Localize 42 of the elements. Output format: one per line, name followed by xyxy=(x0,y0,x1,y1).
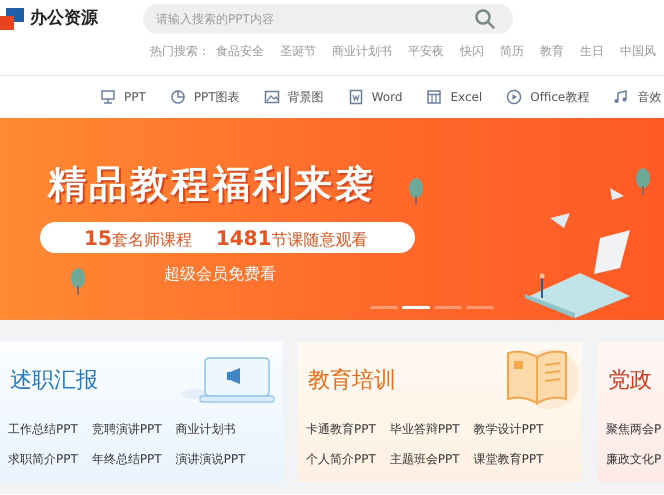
search-field[interactable]: 请输入搜索的PPT内容 xyxy=(143,4,513,34)
nav-link[interactable]: PPT xyxy=(100,88,146,106)
category-title[interactable]: 述职汇报 xyxy=(10,364,98,397)
banner-pill-text: 1481节课随意观看 xyxy=(216,224,368,252)
nav-link[interactable]: 音效 xyxy=(613,88,662,106)
music-note-icon xyxy=(613,89,630,105)
category-link[interactable]: 工作总结PPT xyxy=(8,420,78,438)
nav-link[interactable]: Excel xyxy=(426,88,482,106)
hot-search-label: 热门搜索： xyxy=(150,43,210,60)
nav-link[interactable]: 背景图 xyxy=(264,88,324,106)
nav-link[interactable]: Word xyxy=(348,88,402,106)
category-link[interactable]: 课堂教育PPT xyxy=(474,450,544,468)
search-icon[interactable] xyxy=(475,9,495,29)
category-link[interactable]: 廉政文化P xyxy=(606,450,662,468)
banner-subtitle: 超级会员免费看 xyxy=(164,263,276,285)
nav-link[interactable]: PPT图表 xyxy=(170,88,240,106)
tree-icon xyxy=(70,268,86,296)
nav-link[interactable]: Office教程 xyxy=(506,88,590,106)
category-link[interactable]: 竞聘演讲PPT xyxy=(92,420,162,438)
category-link[interactable]: 教学设计PPT xyxy=(474,420,544,438)
category-link[interactable]: 商业计划书 xyxy=(176,420,246,438)
category-title[interactable]: 党政 xyxy=(608,364,652,397)
image-icon xyxy=(264,89,280,105)
table-icon xyxy=(426,89,442,105)
category-link[interactable]: 卡通教育PPT xyxy=(306,420,376,438)
monitor-icon xyxy=(100,89,116,105)
category-link[interactable]: 演讲演说PPT xyxy=(176,450,246,468)
logo-text[interactable]: 办公资源 xyxy=(30,6,98,32)
tree-icon xyxy=(635,168,651,196)
category-link[interactable]: 主题班会PPT xyxy=(390,450,460,468)
banner-pill-text: 15套名师课程 xyxy=(84,224,192,252)
category-link[interactable]: 年终总结PPT xyxy=(92,450,162,468)
category-link[interactable]: 毕业答辩PPT xyxy=(390,420,460,438)
document-icon xyxy=(348,89,364,105)
category-link[interactable]: 个人简介PPT xyxy=(306,450,376,468)
logo-icon[interactable] xyxy=(0,6,26,32)
play-icon xyxy=(506,89,522,105)
category-link[interactable]: 聚焦两会P xyxy=(606,420,662,438)
category-link[interactable]: 求职简介PPT xyxy=(8,450,78,468)
tree-icon xyxy=(408,178,424,206)
banner-title: 精品教程福利来袭 xyxy=(48,161,376,208)
pie-chart-icon xyxy=(170,89,186,105)
